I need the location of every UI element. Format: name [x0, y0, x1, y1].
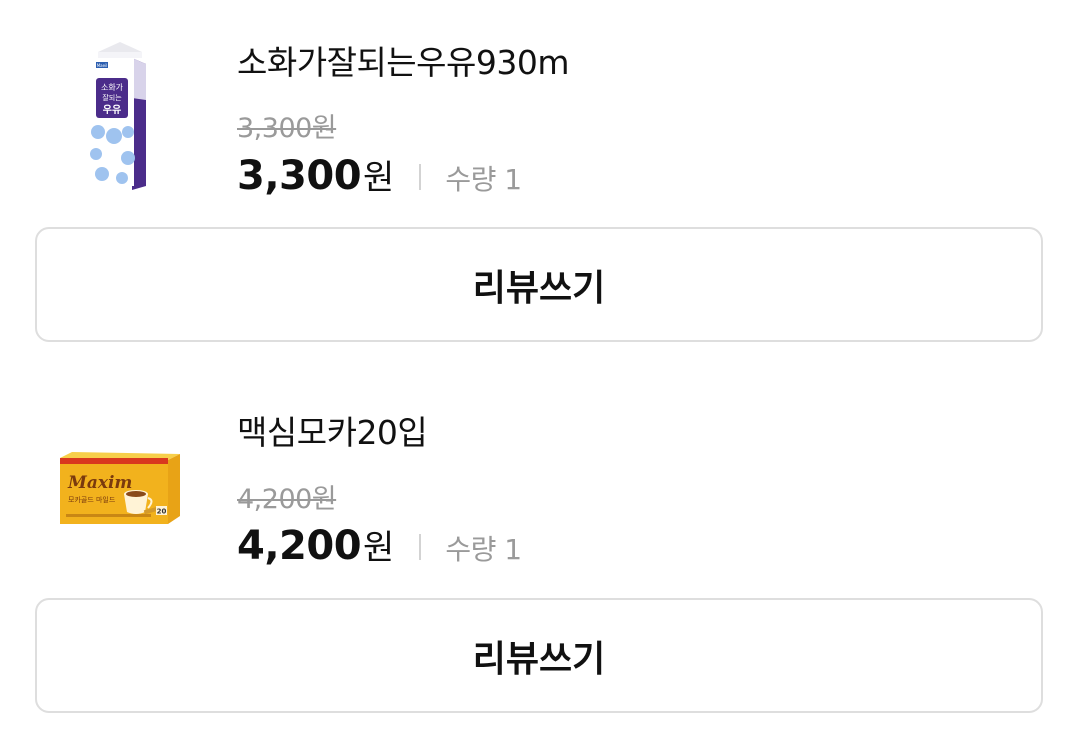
milk-carton-icon: 소화가 잘되는 우유 Maeil — [90, 42, 146, 190]
sale-price: 4,200 — [237, 523, 362, 569]
price-row: 3,300 원 수량 1 — [237, 150, 522, 199]
price-row: 4,200 원 수량 1 — [237, 520, 522, 569]
sale-price: 3,300 — [237, 153, 362, 199]
product-name[interactable]: 맥심모카20입 — [237, 406, 428, 454]
original-price: 3,300원 — [237, 113, 337, 144]
milk-brand: Maeil — [97, 63, 108, 68]
price-unit: 원 — [363, 528, 395, 568]
product-image-milk[interactable]: 소화가 잘되는 우유 Maeil — [84, 40, 156, 190]
milk-label-line3: 우유 — [103, 104, 121, 116]
product-name[interactable]: 소화가잘되는우유930m — [237, 36, 570, 84]
maxim-subtitle: 모카골드 마일드 — [68, 495, 116, 504]
quantity-label: 수량 1 — [445, 163, 522, 196]
divider — [419, 163, 422, 190]
maxim-brand: Maxim — [67, 473, 132, 493]
price-unit: 원 — [363, 158, 395, 198]
divider — [419, 533, 422, 560]
milk-label-line2: 잘되는 — [102, 93, 122, 102]
pack-count: 20 — [157, 508, 167, 516]
write-review-button[interactable]: 리뷰쓰기 — [35, 598, 1043, 713]
quantity-label: 수량 1 — [445, 533, 522, 566]
milk-label-line1: 소화가 — [101, 83, 124, 92]
original-price: 4,200원 — [237, 484, 337, 515]
write-review-button[interactable]: 리뷰쓰기 — [35, 227, 1043, 342]
product-image-maxim[interactable]: Maxim 모카골드 마일드 20 — [56, 450, 182, 528]
coffee-box-icon: Maxim 모카골드 마일드 20 — [60, 452, 180, 524]
